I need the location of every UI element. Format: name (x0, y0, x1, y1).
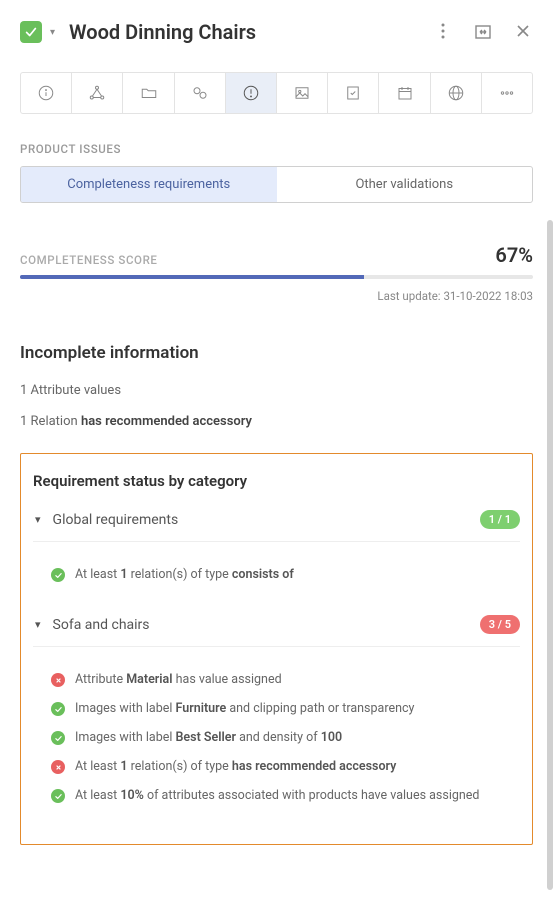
category-sofa-and-chairs[interactable]: ▾ Sofa and chairs 3 / 5 (33, 601, 520, 647)
close-icon[interactable] (513, 23, 533, 41)
product-issues-panel: ▾ Wood Dinning Chairs PRODUCT ISSUES Com… (0, 0, 553, 906)
chevron-down-icon: ▾ (35, 513, 41, 526)
completeness-score-row: COMPLETENESS SCORE 67% (20, 243, 533, 267)
requirement-item: Images with label Furniture and clipping… (33, 694, 520, 723)
score-progress (20, 275, 533, 279)
count: 1 (20, 414, 27, 429)
chevron-down-icon: ▾ (35, 618, 41, 631)
issues-tab-icon[interactable] (226, 73, 277, 113)
requirement-item: At least 1 relation(s) of type consists … (33, 560, 520, 589)
x-circle-icon (51, 760, 65, 774)
last-update-text: Last update: 31-10-2022 18:03 (20, 289, 533, 303)
incomplete-row-relation: 1 Relation has recommended accessory (20, 414, 533, 429)
expand-horizontal-icon[interactable] (473, 23, 493, 41)
label: Relation (31, 414, 78, 429)
scrollbar[interactable] (547, 220, 553, 890)
check-circle-icon (51, 731, 65, 745)
score-label: COMPLETENESS SCORE (20, 253, 158, 267)
calendar-tab-icon[interactable] (379, 73, 430, 113)
status-dropdown-chevron-icon[interactable]: ▾ (50, 27, 55, 38)
sofa-chairs-requirements-list: Attribute Material has value assigned Im… (33, 647, 520, 822)
view-toolbar (20, 72, 533, 114)
count: 1 (20, 383, 27, 398)
globe-tab-icon[interactable] (431, 73, 482, 113)
check-circle-icon (51, 568, 65, 582)
incomplete-row-attributes: 1 Attribute values (20, 383, 533, 398)
category-name: Sofa and chairs (53, 617, 480, 633)
requirement-item: Attribute Material has value assigned (33, 665, 520, 694)
incomplete-heading: Incomplete information (20, 343, 533, 363)
relations-tab-icon[interactable] (72, 73, 123, 113)
category-name: Global requirements (53, 512, 480, 528)
page-title: Wood Dinning Chairs (69, 20, 425, 44)
x-circle-icon (51, 673, 65, 687)
category-badge: 1 / 1 (480, 510, 520, 529)
requirement-item: Images with label Best Seller and densit… (33, 723, 520, 752)
req-status-heading: Requirement status by category (33, 472, 520, 490)
image-tab-icon[interactable] (277, 73, 328, 113)
folder-tab-icon[interactable] (123, 73, 174, 113)
tab-other-validations[interactable]: Other validations (277, 167, 533, 202)
requirement-status-box: Requirement status by category ▾ Global … (20, 453, 533, 845)
global-requirements-list: At least 1 relation(s) of type consists … (33, 542, 520, 601)
more-tab-icon[interactable] (482, 73, 532, 113)
check-circle-icon (51, 789, 65, 803)
info-tab-icon[interactable] (21, 73, 72, 113)
score-value: 67% (495, 243, 533, 267)
panel-header: ▾ Wood Dinning Chairs (20, 20, 533, 44)
relation-type: has recommended accessory (81, 414, 252, 429)
label: Attribute values (31, 383, 122, 398)
checklist-tab-icon[interactable] (328, 73, 379, 113)
check-circle-icon (51, 702, 65, 716)
category-global-requirements[interactable]: ▾ Global requirements 1 / 1 (33, 496, 520, 542)
issue-tabs: Completeness requirements Other validati… (20, 166, 533, 203)
category-badge: 3 / 5 (480, 615, 520, 634)
status-check-icon (20, 21, 42, 43)
requirement-item: At least 1 relation(s) of type has recom… (33, 752, 520, 781)
section-label: PRODUCT ISSUES (20, 142, 533, 156)
tab-completeness[interactable]: Completeness requirements (21, 167, 277, 202)
more-vertical-icon[interactable] (433, 23, 453, 41)
score-progress-fill (20, 275, 364, 279)
link-tab-icon[interactable] (175, 73, 226, 113)
requirement-item: At least 10% of attributes associated wi… (33, 781, 520, 810)
